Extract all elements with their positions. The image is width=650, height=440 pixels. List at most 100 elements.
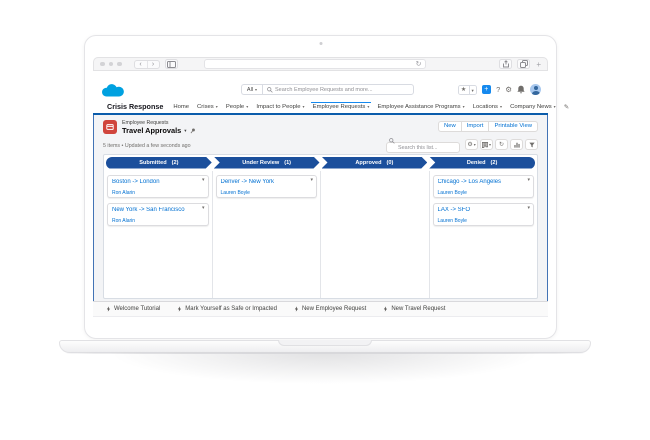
- global-actions-icon[interactable]: +: [482, 85, 492, 95]
- card-title-link[interactable]: Chicago -> Los Angeles: [438, 179, 530, 185]
- column-header-submitted[interactable]: Submitted (2): [106, 157, 212, 169]
- user-avatar[interactable]: [530, 84, 541, 95]
- chevron-down-icon[interactable]: ▾: [367, 104, 369, 109]
- edit-nav-pencil-icon[interactable]: ✎: [564, 103, 569, 111]
- card-actions-caret-icon[interactable]: ▾: [202, 205, 205, 211]
- tab-employee-requests[interactable]: Employee Requests▾: [313, 101, 370, 113]
- kanban-card[interactable]: New York -> San Francisco ▾ Ron Alarin: [107, 203, 209, 226]
- card-owner-link[interactable]: Lauren Boyle: [438, 218, 530, 224]
- search-scope-selector[interactable]: All ▾: [241, 84, 262, 95]
- tab-people[interactable]: People▾: [226, 101, 248, 113]
- new-tab-button[interactable]: +: [536, 60, 541, 69]
- chevron-down-icon[interactable]: ▾: [216, 104, 218, 109]
- chevron-down-icon: ▾: [255, 87, 257, 92]
- list-view-selector-caret-icon[interactable]: ▾: [184, 128, 186, 134]
- app-navigation-bar: Crisis Response Home Crises▾ People▾ Imp…: [93, 101, 548, 115]
- card-owner-link[interactable]: Lauren Boyle: [438, 190, 530, 196]
- chevron-down-icon[interactable]: ▾: [463, 104, 465, 109]
- laptop-base: [59, 340, 591, 353]
- chevron-down-icon: ▾: [474, 142, 476, 147]
- history-buttons: ‹ ›: [134, 60, 160, 69]
- list-search-input[interactable]: [386, 142, 460, 153]
- utility-bolt-icon: [177, 306, 182, 312]
- pin-icon[interactable]: [190, 128, 196, 134]
- notifications-bell-icon[interactable]: [517, 85, 525, 94]
- tab-overview-button[interactable]: [517, 59, 530, 69]
- display-as-button[interactable]: ▾: [480, 139, 493, 150]
- card-actions-caret-icon[interactable]: ▾: [310, 177, 313, 183]
- global-search-input[interactable]: [262, 84, 414, 95]
- card-owner-link[interactable]: Ron Alarin: [112, 190, 204, 196]
- refresh-button[interactable]: ↻: [495, 139, 508, 150]
- favorites-caret-icon[interactable]: ▾: [469, 86, 476, 94]
- utility-label: New Travel Request: [391, 306, 445, 312]
- reload-icon[interactable]: ↻: [416, 60, 422, 69]
- column-submitted: Boston -> London ▾ Ron Alarin New York -…: [104, 171, 213, 299]
- chevron-down-icon[interactable]: ▾: [303, 104, 305, 109]
- kanban-card[interactable]: Chicago -> Los Angeles ▾ Lauren Boyle: [433, 175, 535, 198]
- new-button[interactable]: New: [438, 121, 462, 132]
- traffic-light-zoom[interactable]: [117, 62, 122, 67]
- header-utilities: ★ ▾ + ? ⚙: [458, 84, 541, 95]
- filter-funnel-icon: [529, 142, 535, 148]
- column-header-approved[interactable]: Approved (0): [322, 157, 428, 169]
- back-icon[interactable]: ‹: [135, 61, 147, 68]
- tab-home[interactable]: Home: [173, 101, 189, 113]
- tab-label: Impact to People: [256, 104, 300, 110]
- utility-label: New Employee Request: [302, 306, 366, 312]
- tab-company-news[interactable]: Company News▾: [510, 101, 556, 113]
- filter-button[interactable]: [525, 139, 538, 150]
- help-icon[interactable]: ?: [496, 85, 500, 94]
- laptop-screen: ‹ › ↻ + All: [84, 35, 557, 339]
- forward-icon[interactable]: ›: [147, 61, 159, 68]
- share-button[interactable]: [499, 59, 512, 69]
- utility-welcome-tutorial[interactable]: Welcome Tutorial: [106, 306, 160, 312]
- list-actions: New Import Printable View: [439, 121, 538, 132]
- chevron-down-icon[interactable]: ▾: [554, 104, 556, 109]
- tab-crises[interactable]: Crises▾: [197, 101, 218, 113]
- kanban-card[interactable]: Boston -> London ▾ Ron Alarin: [107, 175, 209, 198]
- traffic-light-minimize[interactable]: [109, 62, 114, 67]
- page: ‹ › ↻ + All: [0, 0, 650, 440]
- chart-button[interactable]: [510, 139, 523, 150]
- utility-new-travel-request[interactable]: New Travel Request: [383, 306, 445, 312]
- card-owner-link[interactable]: Lauren Boyle: [221, 190, 313, 196]
- utility-new-employee-request[interactable]: New Employee Request: [294, 306, 366, 312]
- chart-icon: [514, 142, 520, 148]
- column-header-under-review[interactable]: Under Review (1): [214, 157, 320, 169]
- address-bar[interactable]: ↻: [204, 59, 426, 69]
- setup-gear-icon[interactable]: ⚙: [505, 85, 512, 94]
- column-count: (0): [387, 160, 394, 166]
- printable-view-button[interactable]: Printable View: [488, 121, 538, 132]
- column-header-denied[interactable]: Denied (2): [429, 157, 535, 169]
- favorites-control[interactable]: ★ ▾: [458, 85, 477, 95]
- traffic-light-close[interactable]: [100, 62, 105, 67]
- tab-locations[interactable]: Locations▾: [473, 101, 502, 113]
- chevron-down-icon[interactable]: ▾: [500, 104, 502, 109]
- card-title-link[interactable]: Denver -> New York: [221, 179, 313, 185]
- card-actions-caret-icon[interactable]: ▾: [527, 177, 530, 183]
- tab-label: Home: [173, 104, 189, 110]
- utility-bar: Welcome Tutorial Mark Yourself as Safe o…: [93, 301, 548, 317]
- sidebar-button[interactable]: [165, 59, 178, 69]
- card-owner-link[interactable]: Ron Alarin: [112, 218, 204, 224]
- card-actions-caret-icon[interactable]: ▾: [202, 177, 205, 183]
- utility-mark-yourself-safe[interactable]: Mark Yourself as Safe or Impacted: [177, 306, 277, 312]
- import-button[interactable]: Import: [461, 121, 490, 132]
- search-icon: [267, 87, 273, 93]
- list-meta: 5 items • Updated a few seconds ago: [103, 143, 191, 149]
- kanban-card[interactable]: LAX -> SFO ▾ Lauren Boyle: [433, 203, 535, 226]
- column-title: Denied: [467, 160, 486, 166]
- tab-impact-to-people[interactable]: Impact to People▾: [256, 101, 304, 113]
- kanban-card[interactable]: Denver -> New York ▾ Lauren Boyle: [216, 175, 318, 198]
- favorites-star-icon[interactable]: ★: [459, 86, 469, 94]
- tab-label: Employee Assistance Programs: [377, 104, 460, 110]
- card-title-link[interactable]: LAX -> SFO: [438, 207, 530, 213]
- card-title-link[interactable]: New York -> San Francisco: [112, 207, 204, 213]
- card-title-link[interactable]: Boston -> London: [112, 179, 204, 185]
- utility-label: Mark Yourself as Safe or Impacted: [185, 306, 277, 312]
- tab-employee-assistance-programs[interactable]: Employee Assistance Programs▾: [377, 101, 464, 113]
- card-actions-caret-icon[interactable]: ▾: [527, 205, 530, 211]
- list-settings-button[interactable]: ⚙ ▾: [465, 139, 478, 150]
- chevron-down-icon[interactable]: ▾: [246, 104, 248, 109]
